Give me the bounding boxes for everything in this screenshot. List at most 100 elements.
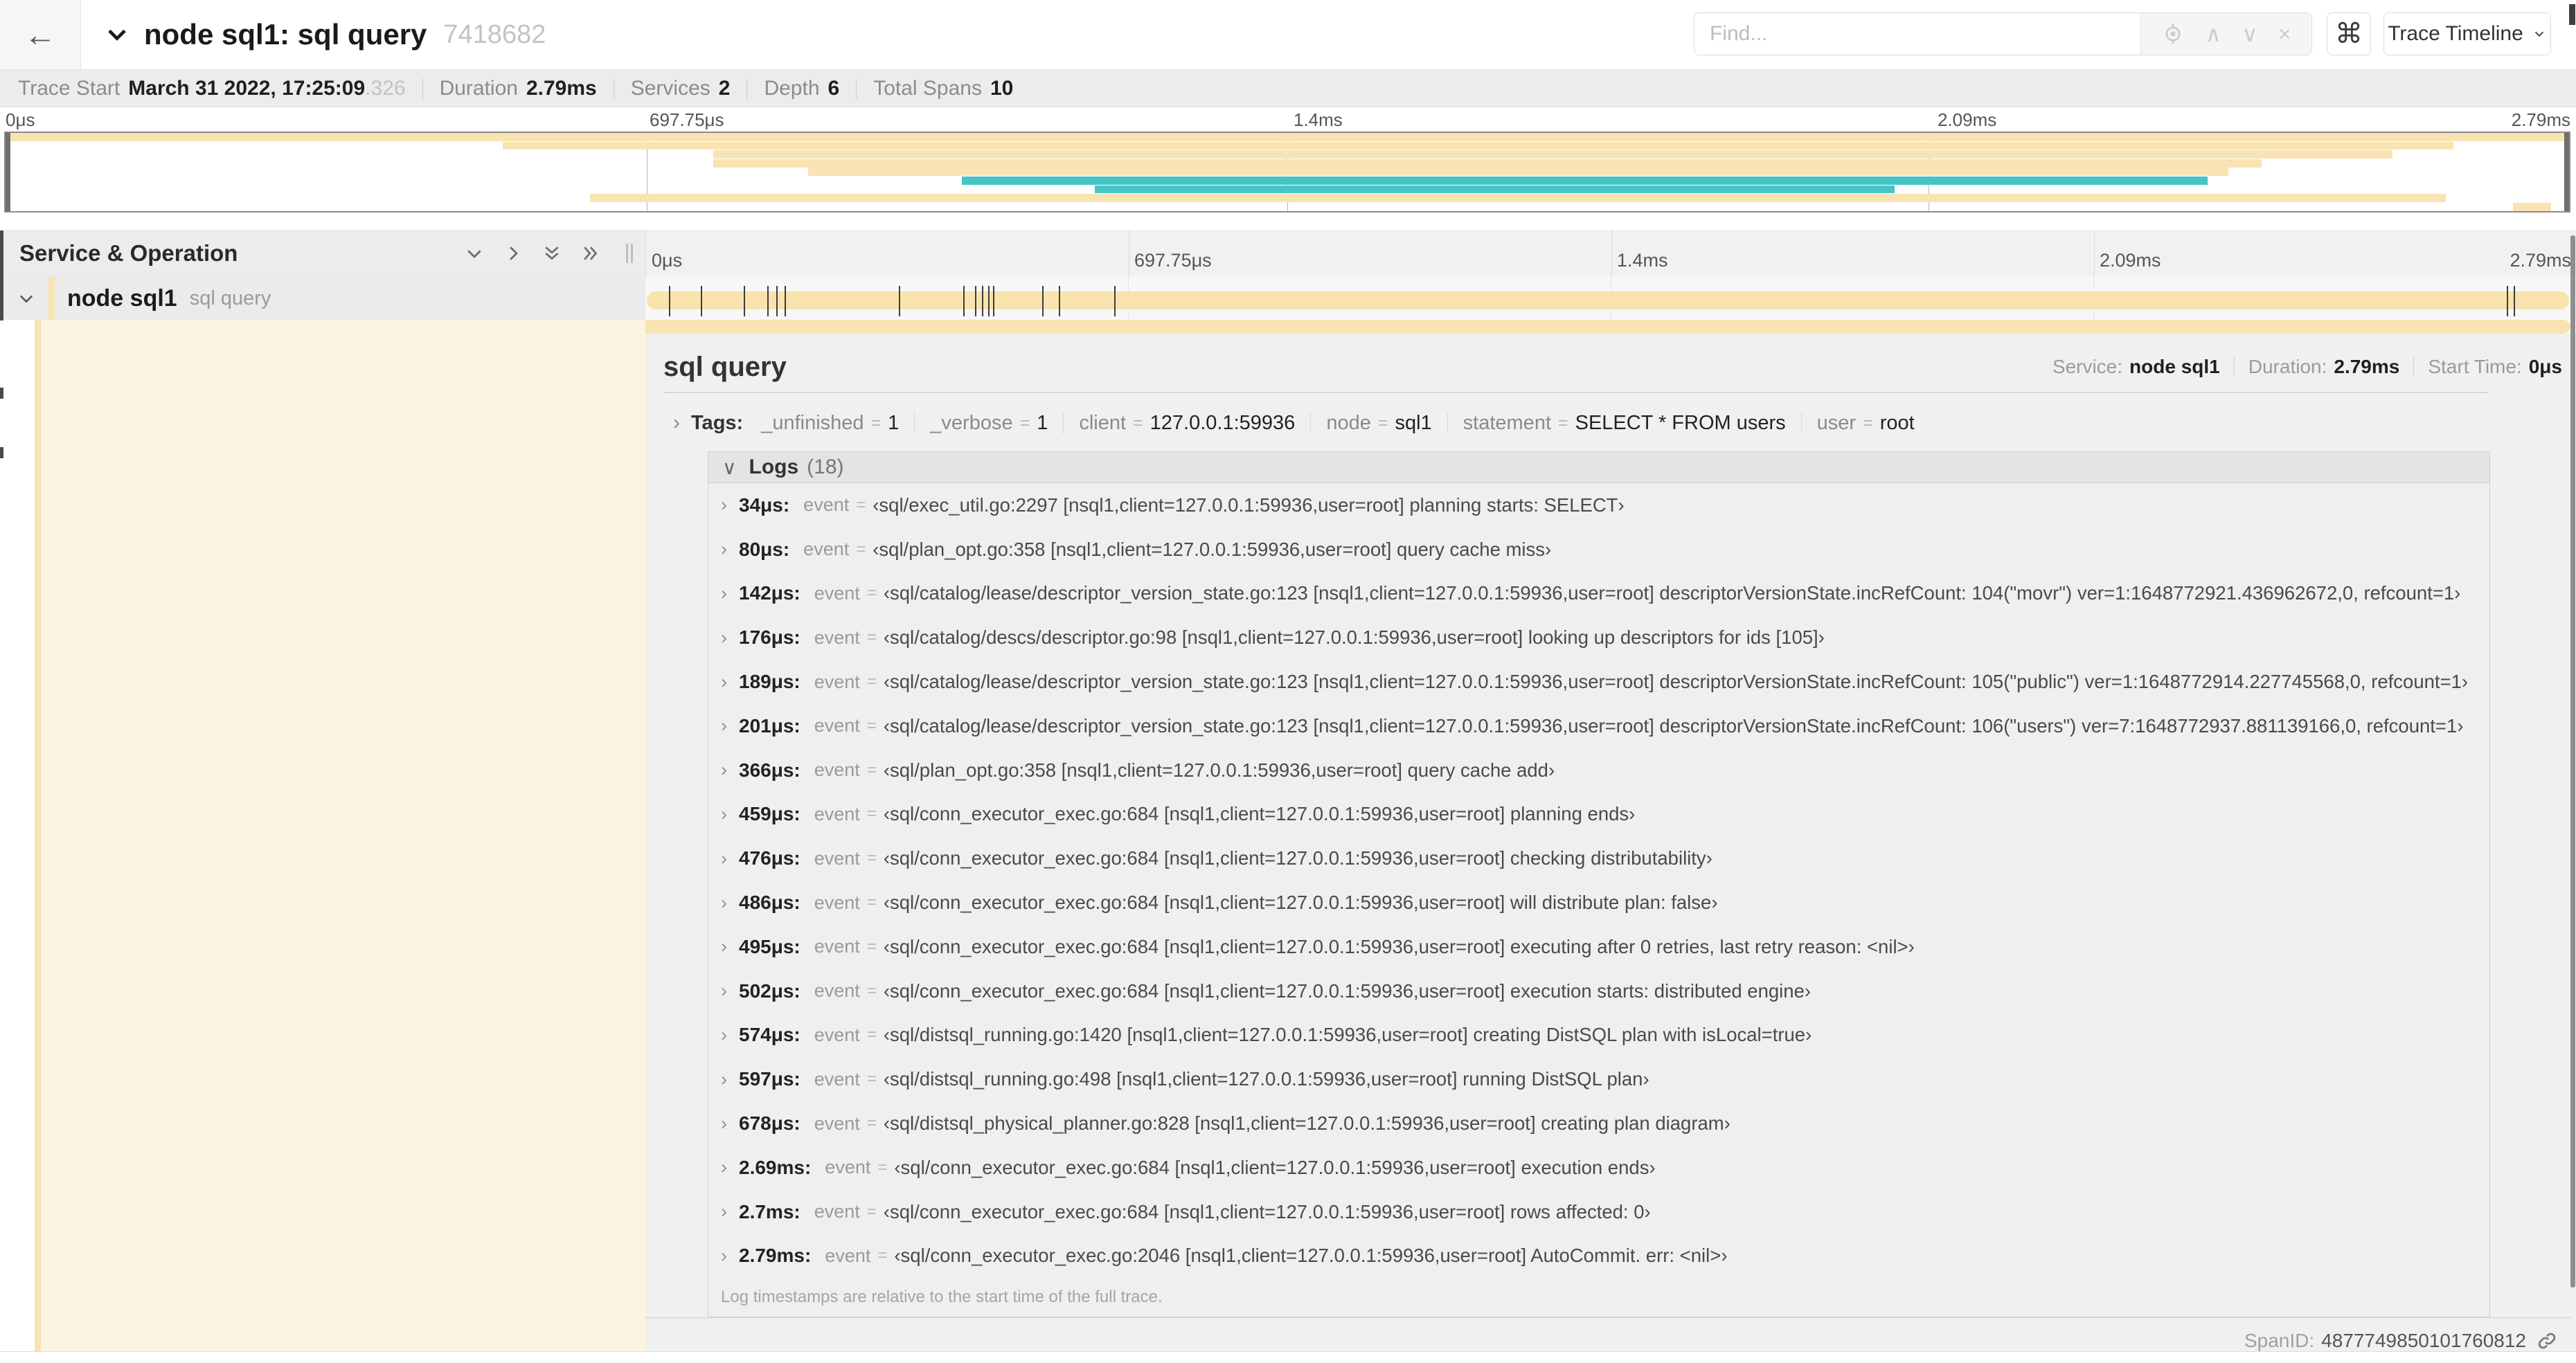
log-marker-tick[interactable]	[2507, 286, 2509, 316]
log-marker-tick[interactable]	[963, 286, 965, 316]
minimap-tick-label: 0μs	[6, 109, 35, 130]
vertical-scrollbar[interactable]	[2570, 235, 2575, 1288]
log-row[interactable]: › 459μs: event = ‹sql/conn_executor_exec.go:…	[708, 793, 2489, 837]
tag-item[interactable]: client = 127.0.0.1:59936	[1079, 412, 1295, 435]
log-timestamp: 486μs:	[739, 892, 800, 914]
log-expand-chevron-right-icon[interactable]: ›	[721, 627, 739, 649]
tag-item[interactable]: _verbose = 1	[930, 412, 1048, 435]
logs-collapse-chevron-down-icon[interactable]: ∨	[722, 456, 737, 479]
log-row[interactable]: › 34μs: event = ‹sql/exec_util.go:2297 [nsql…	[708, 483, 2489, 527]
equals-sign: =	[866, 760, 877, 779]
log-value: ‹sql/distsql_physical_planner.go:828 [ns…	[883, 1112, 1730, 1135]
find-prev-icon[interactable]: ∧	[2206, 23, 2221, 45]
span-color-strip-extension	[35, 320, 41, 1351]
log-expand-chevron-right-icon[interactable]: ›	[721, 892, 739, 914]
log-marker-tick[interactable]	[743, 286, 745, 316]
focus-target-icon[interactable]	[2161, 22, 2185, 46]
tag-item[interactable]: statement = SELECT * FROM users	[1463, 412, 1786, 435]
log-marker-tick[interactable]	[1114, 286, 1116, 316]
duration-label: Duration	[439, 76, 518, 100]
find-next-icon[interactable]: ∨	[2242, 23, 2257, 45]
equals-sign: =	[1863, 413, 1873, 433]
span-name-cell[interactable]: node sql1 sql query	[0, 277, 645, 320]
log-marker-tick[interactable]	[981, 286, 983, 316]
log-row[interactable]: › 142μs: event = ‹sql/catalog/lease/descript…	[708, 572, 2489, 616]
log-row[interactable]: › 486μs: event = ‹sql/conn_executor_exec.go:…	[708, 881, 2489, 925]
left-scroll-indicator[interactable]	[0, 231, 3, 321]
log-expand-chevron-right-icon[interactable]: ›	[721, 539, 739, 560]
column-resize-handle[interactable]	[626, 244, 636, 263]
log-expand-chevron-right-icon[interactable]: ›	[721, 804, 739, 825]
log-marker-tick[interactable]	[1042, 286, 1044, 316]
log-marker-tick[interactable]	[784, 286, 786, 316]
log-row[interactable]: › 502μs: event = ‹sql/conn_executor_exec.go:…	[708, 969, 2489, 1013]
log-row[interactable]: › 476μs: event = ‹sql/conn_executor_exec.go:…	[708, 836, 2489, 881]
log-row[interactable]: › 80μs: event = ‹sql/plan_opt.go:358 [nsql1,…	[708, 527, 2489, 572]
log-marker-tick[interactable]	[1058, 286, 1060, 316]
span-collapse-chevron-down-icon[interactable]	[17, 289, 36, 308]
log-marker-tick[interactable]	[2513, 286, 2515, 316]
log-expand-chevron-right-icon[interactable]: ›	[721, 715, 739, 737]
minimap-left-drag-handle[interactable]	[6, 133, 10, 211]
log-row[interactable]: › 366μs: event = ‹sql/plan_opt.go:358 [nsql1…	[708, 748, 2489, 793]
log-row[interactable]: › 2.7ms: event = ‹sql/conn_executor_exec.go:…	[708, 1190, 2489, 1234]
log-expand-chevron-right-icon[interactable]: ›	[721, 848, 739, 869]
log-row[interactable]: › 597μs: event = ‹sql/distsql_running.go:498…	[708, 1057, 2489, 1101]
minimap-right-drag-handle[interactable]	[2564, 133, 2569, 211]
log-expand-chevron-right-icon[interactable]: ›	[721, 980, 739, 1002]
trace-id: 7418682	[443, 19, 546, 49]
log-expand-chevron-right-icon[interactable]: ›	[721, 1245, 739, 1267]
log-expand-chevron-right-icon[interactable]: ›	[721, 1069, 739, 1090]
tags-expand-chevron-right-icon[interactable]: ›	[673, 411, 680, 435]
view-selector-button[interactable]: Trace Timeline	[2383, 12, 2551, 55]
log-marker-tick[interactable]	[974, 286, 976, 316]
log-expand-chevron-right-icon[interactable]: ›	[721, 583, 739, 604]
log-marker-tick[interactable]	[669, 286, 670, 316]
expand-all-double-chevron-right-icon[interactable]	[580, 243, 601, 264]
left-gutter	[0, 320, 35, 1351]
log-row[interactable]: › 2.69ms: event = ‹sql/conn_executor_exec.go…	[708, 1146, 2489, 1190]
log-marker-tick[interactable]	[992, 286, 994, 316]
tag-value: root	[1879, 411, 1915, 434]
span-row: node sql1 sql query	[0, 277, 2576, 320]
find-clear-icon[interactable]: ×	[2278, 23, 2291, 45]
minimap-canvas[interactable]	[4, 132, 2570, 213]
log-expand-chevron-right-icon[interactable]: ›	[721, 1024, 739, 1046]
log-marker-tick[interactable]	[776, 286, 778, 316]
log-row[interactable]: › 2.79ms: event = ‹sql/conn_executor_exec.go…	[708, 1234, 2489, 1279]
log-marker-tick[interactable]	[987, 286, 990, 316]
collapse-all-double-chevron-down-icon[interactable]	[542, 243, 562, 264]
log-marker-tick[interactable]	[767, 286, 769, 316]
tag-item[interactable]: node = sql1	[1326, 412, 1431, 435]
log-expand-chevron-right-icon[interactable]: ›	[721, 1157, 739, 1178]
keyboard-shortcuts-button[interactable]: ⌘	[2327, 12, 2371, 55]
timeline-ruler: 0μs 697.75μs 1.4ms 2.09ms 2.79ms	[645, 230, 2576, 277]
expand-one-chevron-right-icon[interactable]	[503, 243, 524, 264]
log-expand-chevron-right-icon[interactable]: ›	[721, 759, 739, 781]
log-row[interactable]: › 678μs: event = ‹sql/distsql_physical_plann…	[708, 1101, 2489, 1146]
log-row[interactable]: › 176μs: event = ‹sql/catalog/descs/descript…	[708, 615, 2489, 660]
span-bar-track[interactable]	[645, 277, 2576, 320]
log-marker-tick[interactable]	[898, 286, 900, 316]
deep-link-icon[interactable]	[2536, 1330, 2558, 1352]
log-marker-tick[interactable]	[701, 286, 702, 316]
collapse-one-chevron-down-icon[interactable]	[464, 243, 485, 264]
log-expand-chevron-right-icon[interactable]: ›	[721, 936, 739, 957]
tag-item[interactable]: user = root	[1817, 412, 1915, 435]
collapse-trace-chevron-down-icon[interactable]	[104, 21, 130, 48]
duration-label: Duration:	[2248, 356, 2327, 377]
log-row[interactable]: › 495μs: event = ‹sql/conn_executor_exec.go:…	[708, 925, 2489, 969]
tags-label[interactable]: Tags:	[691, 412, 743, 435]
find-input[interactable]	[1694, 13, 2140, 55]
logs-header[interactable]: ∨ Logs (18)	[708, 452, 2489, 483]
log-expand-chevron-right-icon[interactable]: ›	[721, 1201, 739, 1222]
back-button[interactable]: ←	[0, 0, 81, 69]
log-expand-chevron-right-icon[interactable]: ›	[721, 671, 739, 693]
log-expand-chevron-right-icon[interactable]: ›	[721, 494, 739, 516]
tag-item[interactable]: _unfinished = 1	[761, 412, 899, 435]
span-duration-bar[interactable]	[647, 291, 2569, 309]
log-expand-chevron-right-icon[interactable]: ›	[721, 1113, 739, 1135]
log-row[interactable]: › 189μs: event = ‹sql/catalog/lease/descript…	[708, 660, 2489, 704]
log-row[interactable]: › 201μs: event = ‹sql/catalog/lease/descript…	[708, 704, 2489, 748]
log-row[interactable]: › 574μs: event = ‹sql/distsql_running.go:142…	[708, 1013, 2489, 1058]
